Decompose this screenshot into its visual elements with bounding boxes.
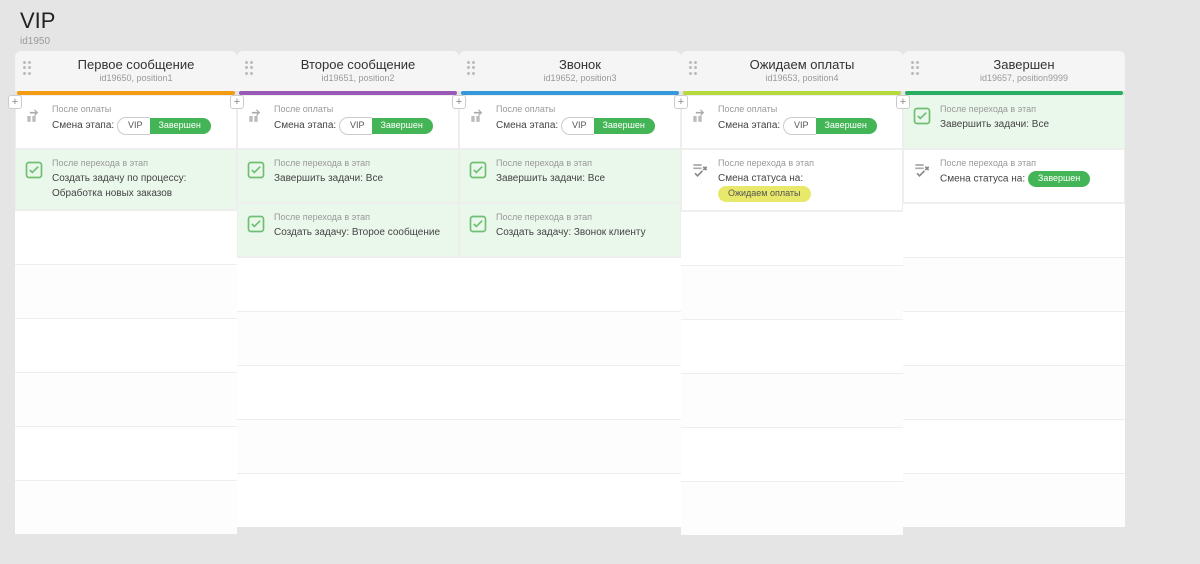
drag-handle-icon[interactable] xyxy=(689,61,699,75)
stage-change-icon xyxy=(690,106,710,126)
column-title: Ожидаем оплаты xyxy=(709,57,895,72)
column-title: Завершен xyxy=(931,57,1117,72)
card-trigger: После перехода в этап xyxy=(274,212,450,222)
column-title: Второе сообщение xyxy=(265,57,451,72)
card-trigger: После перехода в этап xyxy=(274,158,450,168)
column-title: Первое сообщение xyxy=(43,57,229,72)
card-trigger: После оплаты xyxy=(718,104,894,114)
column-header: Второе сообщение id19651, position2 xyxy=(237,51,459,91)
column-meta: id19651, position2 xyxy=(265,73,451,83)
column-meta: id19653, position4 xyxy=(709,73,895,83)
card-body: Завершить задачи: Все xyxy=(496,171,672,186)
card-trigger: После перехода в этап xyxy=(940,104,1116,114)
drag-handle-icon[interactable] xyxy=(467,61,477,75)
add-button[interactable]: + xyxy=(230,95,244,109)
add-button[interactable]: + xyxy=(896,95,910,109)
stage-change-icon xyxy=(468,106,488,126)
automation-card[interactable]: После перехода в этап Создать задачу: Зв… xyxy=(459,203,681,257)
card-trigger: После перехода в этап xyxy=(718,158,894,168)
pill-done: Завершен xyxy=(1028,171,1090,187)
checkbox-icon xyxy=(246,160,266,180)
drag-handle-icon[interactable] xyxy=(911,61,921,75)
page-header: VIP id1950 xyxy=(0,0,1200,51)
stage-column: Завершен id19657, position9999 + После п… xyxy=(903,51,1125,535)
stage-column: Первое сообщение id19650, position1 + По… xyxy=(15,51,237,535)
card-body: Создать задачу: Второе сообщение xyxy=(274,225,450,240)
card-trigger: После оплаты xyxy=(496,104,672,114)
checkbox-icon xyxy=(468,214,488,234)
page-title: VIP xyxy=(20,8,1180,34)
card-body: Смена этапа: VIPЗавершен xyxy=(718,117,894,135)
automation-card[interactable]: После перехода в этап Создать задачу: Вт… xyxy=(237,203,459,257)
status-change-icon xyxy=(690,160,710,180)
stage-column: Второе сообщение id19651, position2 + По… xyxy=(237,51,459,535)
status-change-icon xyxy=(912,160,932,180)
column-meta: id19657, position9999 xyxy=(931,73,1117,83)
card-body: Смена статуса на: Ожидаем оплаты xyxy=(718,171,894,202)
column-meta: id19652, position3 xyxy=(487,73,673,83)
column-header: Завершен id19657, position9999 xyxy=(903,51,1125,91)
stage-column: Звонок id19652, position3 + После оплаты… xyxy=(459,51,681,535)
drag-handle-icon[interactable] xyxy=(23,61,33,75)
card-trigger: После оплаты xyxy=(52,104,228,114)
checkbox-icon xyxy=(24,160,44,180)
stage-column: Ожидаем оплаты id19653, position4 + Посл… xyxy=(681,51,903,535)
card-body: Создать задачу по процессу: Обработка но… xyxy=(52,171,228,201)
automation-card[interactable]: После оплаты Смена этапа: VIPЗавершен xyxy=(681,95,903,149)
pill-vip: VIP xyxy=(339,117,373,135)
column-title: Звонок xyxy=(487,57,673,72)
drag-handle-icon[interactable] xyxy=(245,61,255,75)
pill-vip: VIP xyxy=(117,117,151,135)
checkbox-icon xyxy=(468,160,488,180)
pill-done: Завершен xyxy=(150,118,210,134)
card-body: Завершить задачи: Все xyxy=(274,171,450,186)
column-header: Ожидаем оплаты id19653, position4 xyxy=(681,51,903,91)
card-trigger: После перехода в этап xyxy=(52,158,228,168)
automation-card[interactable]: После оплаты Смена этапа: VIPЗавершен xyxy=(237,95,459,149)
automation-card[interactable]: После перехода в этап Завершить задачи: … xyxy=(903,95,1125,149)
checkbox-icon xyxy=(912,106,932,126)
automation-card[interactable]: После перехода в этап Смена статуса на: … xyxy=(903,149,1125,203)
pill-done: Завершен xyxy=(372,118,432,134)
card-trigger: После перехода в этап xyxy=(496,212,672,222)
automation-card[interactable]: После перехода в этап Смена статуса на: … xyxy=(681,149,903,211)
card-body: Создать задачу: Звонок клиенту xyxy=(496,225,672,240)
add-button[interactable]: + xyxy=(8,95,22,109)
automation-card[interactable]: После оплаты Смена этапа: VIPЗавершен xyxy=(15,95,237,149)
automation-card[interactable]: После перехода в этап Завершить задачи: … xyxy=(237,149,459,203)
checkbox-icon xyxy=(246,214,266,234)
card-body: Смена этапа: VIPЗавершен xyxy=(52,117,228,135)
page-subtitle: id1950 xyxy=(20,36,1180,47)
pill-done: Завершен xyxy=(594,118,654,134)
automation-card[interactable]: После перехода в этап Создать задачу по … xyxy=(15,149,237,210)
pill-waiting: Ожидаем оплаты xyxy=(718,186,811,202)
card-body: Смена статуса на: Завершен xyxy=(940,171,1116,187)
card-trigger: После перехода в этап xyxy=(496,158,672,168)
add-button[interactable]: + xyxy=(452,95,466,109)
column-header: Звонок id19652, position3 xyxy=(459,51,681,91)
column-header: Первое сообщение id19650, position1 xyxy=(15,51,237,91)
card-body: Смена этапа: VIPЗавершен xyxy=(274,117,450,135)
kanban-board: Первое сообщение id19650, position1 + По… xyxy=(0,51,1200,535)
stage-change-icon xyxy=(24,106,44,126)
automation-card[interactable]: После оплаты Смена этапа: VIPЗавершен xyxy=(459,95,681,149)
pill-done: Завершен xyxy=(816,118,876,134)
automation-card[interactable]: После перехода в этап Завершить задачи: … xyxy=(459,149,681,203)
column-meta: id19650, position1 xyxy=(43,73,229,83)
card-trigger: После оплаты xyxy=(274,104,450,114)
card-body: Смена этапа: VIPЗавершен xyxy=(496,117,672,135)
card-trigger: После перехода в этап xyxy=(940,158,1116,168)
pill-vip: VIP xyxy=(783,117,817,135)
card-body: Завершить задачи: Все xyxy=(940,117,1116,132)
pill-vip: VIP xyxy=(561,117,595,135)
stage-change-icon xyxy=(246,106,266,126)
add-button[interactable]: + xyxy=(674,95,688,109)
